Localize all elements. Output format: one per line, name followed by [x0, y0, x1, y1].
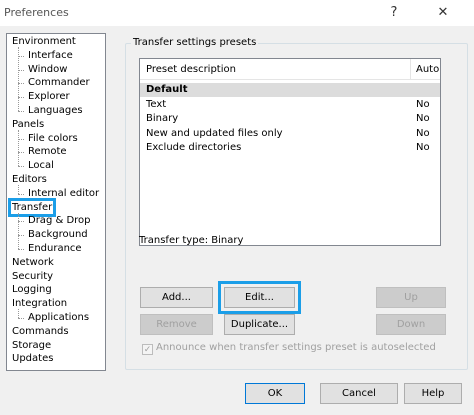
autoselect-checkbox-row[interactable]: ✓ Announce when transfer settings preset …: [142, 342, 436, 355]
tree-item-window[interactable]: Window: [27, 63, 68, 76]
transfer-type-label: Transfer type: Binary: [139, 235, 244, 246]
preset-description: New and updated files only: [146, 127, 283, 139]
list-item[interactable]: Binary No: [140, 112, 440, 126]
title-bar: Preferences ? ✕: [0, 0, 474, 26]
tree-item-applications[interactable]: Applications: [27, 311, 90, 324]
preset-auto: No: [416, 98, 430, 110]
tree-connector: [18, 47, 19, 111]
tree-item-integration[interactable]: Integration: [11, 297, 68, 310]
list-item[interactable]: Text No: [140, 98, 440, 112]
preset-description: Exclude directories: [146, 142, 242, 154]
add-button[interactable]: Add...: [140, 287, 213, 308]
autoselect-checkbox[interactable]: ✓: [142, 344, 153, 355]
tree-item-endurance[interactable]: Endurance: [27, 242, 83, 255]
tree-connector: [18, 212, 19, 249]
help-button[interactable]: Help: [404, 383, 462, 404]
list-item[interactable]: Default: [140, 83, 440, 97]
tree-connector: [18, 193, 24, 195]
button-bar: OK Cancel Help: [0, 374, 474, 415]
tree-item-languages[interactable]: Languages: [27, 104, 84, 117]
tree-connector: [18, 318, 24, 319]
tree-item-interface[interactable]: Interface: [27, 49, 74, 62]
tree-item-environment[interactable]: Environment: [11, 35, 77, 48]
preset-description: Default: [146, 84, 188, 95]
tree-item-local[interactable]: Local: [27, 159, 55, 172]
duplicate-button[interactable]: Duplicate...: [224, 314, 295, 335]
edit-button[interactable]: Edit...: [218, 281, 301, 314]
autoselect-label: Announce when transfer settings preset i…: [156, 342, 436, 353]
preset-auto: No: [416, 127, 430, 139]
window-title: Preferences: [4, 6, 69, 19]
tree-item-updates[interactable]: Updates: [11, 352, 54, 365]
tree-item-explorer[interactable]: Explorer: [27, 90, 71, 103]
column-header-description[interactable]: Preset description: [146, 64, 236, 75]
tree-item-remote[interactable]: Remote: [27, 145, 68, 158]
preset-auto: No: [416, 142, 430, 154]
tree-item-commands[interactable]: Commands: [11, 325, 70, 338]
remove-button[interactable]: Remove: [140, 314, 213, 335]
column-header-auto[interactable]: Auto: [416, 64, 439, 75]
tree-item-background[interactable]: Background: [27, 228, 89, 241]
help-icon[interactable]: ?: [382, 3, 406, 23]
up-button[interactable]: Up: [376, 287, 446, 308]
presets-list[interactable]: Preset description Auto Default Text No Bin…: [139, 58, 441, 246]
tree-item-commander[interactable]: Commander: [27, 76, 91, 89]
cancel-button[interactable]: Cancel: [320, 383, 398, 404]
preset-description: Binary: [146, 113, 179, 125]
tree-connector: [18, 249, 24, 250]
tree-item-file-colors[interactable]: File colors: [27, 132, 79, 145]
preset-description: Text: [146, 98, 167, 110]
list-item[interactable]: New and updated files only No: [140, 127, 440, 141]
list-header: Preset description Auto: [140, 59, 440, 80]
ok-button[interactable]: OK: [245, 383, 305, 404]
tree-item-drag-drop[interactable]: Drag & Drop: [27, 214, 92, 227]
tree-item-storage[interactable]: Storage: [11, 339, 52, 352]
tree-connector: [18, 111, 24, 112]
tree-item-panels[interactable]: Panels: [11, 118, 45, 131]
dialog-client: Environment Interface Window Commander Explo…: [0, 26, 474, 415]
tree-connector: [18, 309, 19, 318]
tree-connector: [18, 129, 19, 167]
preset-auto: No: [416, 113, 430, 125]
tree-item-security[interactable]: Security: [11, 270, 54, 283]
preferences-tree[interactable]: Environment Interface Window Commander Explo…: [6, 33, 106, 371]
close-icon[interactable]: ✕: [430, 3, 456, 23]
presets-group-label: Transfer settings presets: [131, 37, 259, 48]
list-item[interactable]: Exclude directories No: [140, 141, 440, 155]
tree-item-logging[interactable]: Logging: [11, 283, 53, 296]
tree-connector: [18, 185, 19, 194]
column-separator[interactable]: [410, 59, 411, 79]
down-button[interactable]: Down: [376, 314, 446, 335]
tree-item-editors[interactable]: Editors: [11, 173, 48, 186]
tree-item-internal-editor[interactable]: Internal editor: [27, 187, 100, 200]
tree-item-network[interactable]: Network: [11, 256, 55, 269]
tree-connector: [18, 166, 24, 168]
